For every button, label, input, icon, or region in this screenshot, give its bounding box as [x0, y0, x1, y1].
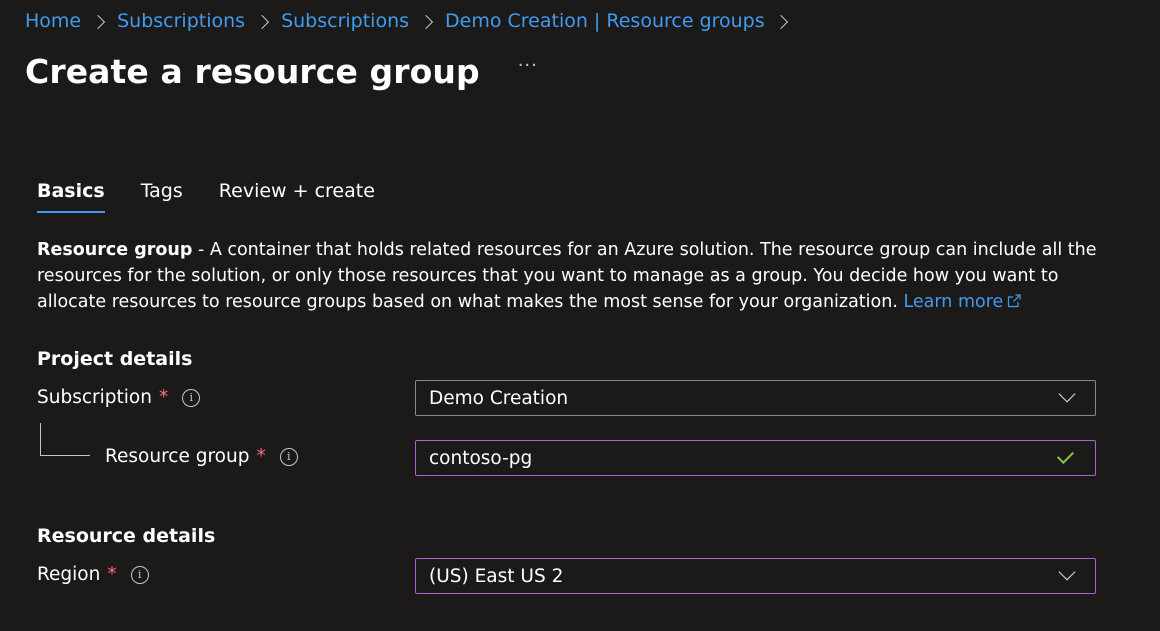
tab-tags[interactable]: Tags — [141, 180, 183, 212]
resource-group-field[interactable] — [415, 440, 1096, 476]
learn-more-label: Learn more — [903, 292, 1004, 312]
subscription-value: Demo Creation — [429, 387, 569, 409]
breadcrumb-home[interactable]: Home — [25, 10, 81, 32]
region-dropdown[interactable]: (US) East US 2 — [415, 558, 1096, 594]
subscription-dropdown[interactable]: Demo Creation — [415, 380, 1096, 416]
breadcrumb-resource-groups[interactable]: Demo Creation | Resource groups — [445, 10, 765, 32]
region-value: (US) East US 2 — [429, 565, 564, 587]
subscription-label-row: Subscription * i — [37, 387, 201, 408]
chevron-down-icon — [1058, 563, 1076, 581]
project-details-title: Project details — [37, 348, 193, 370]
tree-connector-vertical — [40, 423, 41, 455]
resource-details-title: Resource details — [37, 525, 216, 547]
resource-group-label: Resource group — [105, 446, 250, 467]
region-label: Region — [37, 564, 101, 585]
title-row: Create a resource group ··· — [25, 52, 538, 91]
breadcrumb-subscriptions[interactable]: Subscriptions — [117, 10, 245, 32]
tab-bar: Basics Tags Review + create — [37, 180, 411, 213]
description: Resource group - A container that holds … — [37, 237, 1127, 315]
chevron-right-icon — [254, 14, 270, 30]
tree-connector-horizontal — [40, 455, 90, 456]
chevron-down-icon — [1058, 385, 1076, 403]
breadcrumb: Home Subscriptions Subscriptions Demo Cr… — [25, 10, 800, 32]
create-resource-group-page: Home Subscriptions Subscriptions Demo Cr… — [0, 0, 1160, 631]
external-link-icon — [1008, 294, 1021, 308]
learn-more-link[interactable]: Learn more — [903, 292, 1021, 312]
tab-review-create[interactable]: Review + create — [219, 180, 375, 212]
resource-group-label-row: Resource group * i — [105, 446, 298, 467]
chevron-right-icon — [91, 14, 106, 30]
page-title: Create a resource group — [25, 52, 480, 91]
chevron-right-icon — [418, 14, 434, 30]
subscription-label: Subscription — [37, 387, 152, 408]
tab-basics[interactable]: Basics — [37, 180, 105, 213]
info-icon[interactable]: i — [182, 388, 201, 407]
required-marker: * — [256, 446, 266, 467]
required-marker: * — [107, 564, 117, 585]
breadcrumb-subscriptions-2[interactable]: Subscriptions — [281, 10, 409, 32]
more-options-icon[interactable]: ··· — [518, 55, 538, 76]
resource-group-input[interactable] — [429, 447, 1061, 469]
region-label-row: Region * i — [37, 564, 149, 585]
chevron-right-icon — [773, 14, 788, 30]
required-marker: * — [158, 387, 169, 408]
info-icon[interactable]: i — [279, 447, 298, 466]
description-term: Resource group — [37, 240, 193, 260]
info-icon[interactable]: i — [130, 565, 149, 584]
